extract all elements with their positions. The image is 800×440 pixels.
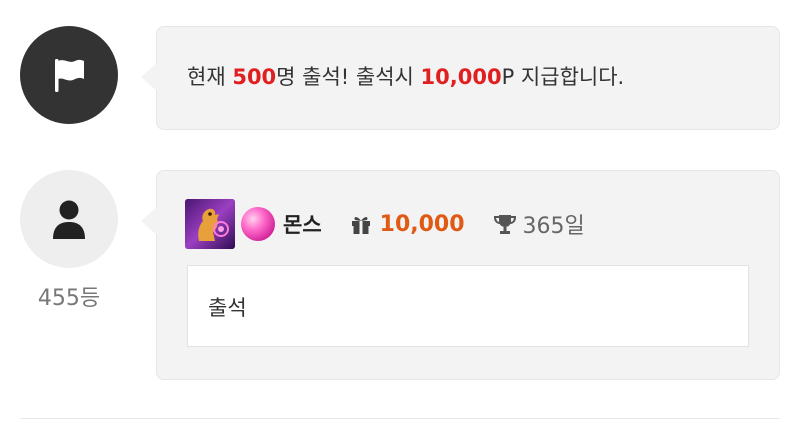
attendance-post: 몬스 10,000 365일 출석 <box>141 170 780 380</box>
post-header: 몬스 10,000 365일 <box>185 198 585 250</box>
user-avatar[interactable] <box>20 170 118 268</box>
trophy-icon <box>493 212 517 236</box>
notice-prefix: 현재 <box>187 65 233 89</box>
notice-message: 현재 500명 출석! 출석시 10,000P 지급합니다. <box>187 61 624 91</box>
post-content-box: 출석 <box>187 265 749 347</box>
attendance-rank: 455등 <box>37 286 101 311</box>
attendance-days: 365일 <box>522 214 585 239</box>
divider <box>20 418 780 419</box>
post-content: 출석 <box>208 296 247 320</box>
user-points: 10,000 <box>379 211 465 237</box>
flag-icon <box>55 59 84 92</box>
user-icon <box>53 200 85 239</box>
notice-middle: 명 출석! 출석시 <box>276 65 421 89</box>
level-badge-icon <box>185 199 235 249</box>
notice-suffix: P 지급합니다. <box>501 65 625 89</box>
notice-bubble: 현재 500명 출석! 출석시 10,000P 지급합니다. <box>141 26 780 130</box>
reward-points: 10,000 <box>420 65 502 89</box>
attendance-count: 500 <box>232 65 277 89</box>
notice-avatar <box>20 26 118 124</box>
nickname[interactable]: 몬스 <box>283 209 322 239</box>
gem-icon <box>241 207 275 241</box>
gift-icon <box>350 213 372 235</box>
